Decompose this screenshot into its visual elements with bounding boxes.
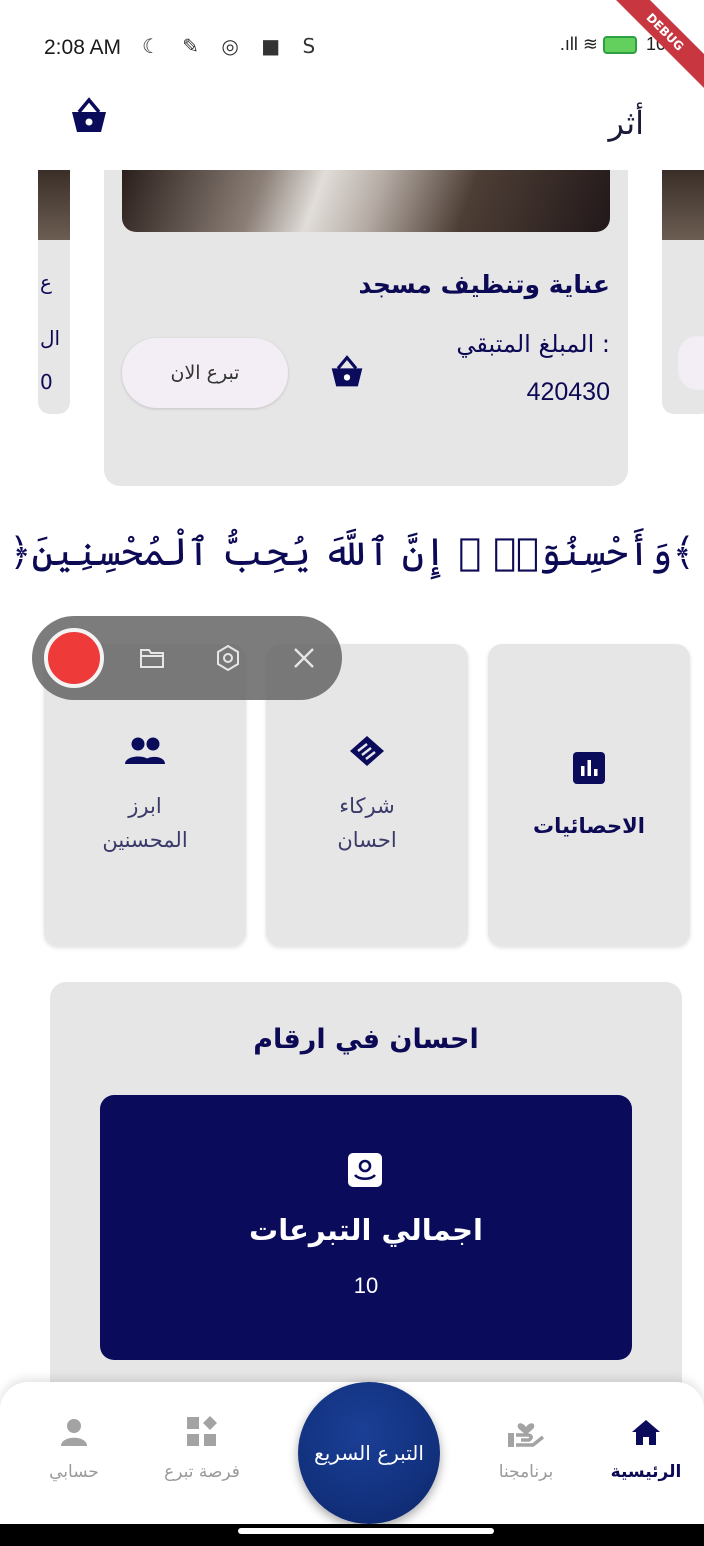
nav-label: الرئيسية: [610, 1462, 682, 1482]
signal-wifi-icon: .ıll ≋: [559, 34, 598, 54]
stats-section: احسان في ارقام اجمالي التبرعات 10: [50, 982, 682, 1402]
card-fragment: ال: [40, 326, 61, 350]
bottom-navigation: حسابي فرصة تبرع التبرع السريع برنامجنا ا…: [0, 1382, 704, 1524]
nav-our-programs[interactable]: برنامجنا: [466, 1412, 586, 1482]
system-gesture-bar: [0, 1524, 704, 1546]
screen-recorder-toolbar: [32, 616, 342, 700]
home-icon: [586, 1412, 704, 1452]
projects-carousel[interactable]: ع ال 0 عناية وتنظيف مسجد المبلغ المتبقي …: [0, 170, 704, 500]
statistics-tile[interactable]: الاحصائيات: [488, 644, 690, 946]
project-image: [38, 170, 70, 240]
record-button[interactable]: [44, 628, 104, 688]
nav-label: حسابي: [49, 1462, 99, 1482]
project-title: عناية وتنظيف مسجد: [358, 270, 610, 299]
status-bar: 2:08 AM ☾ ✎ ◎ ■ S .ıll ≋ 100 DEBUG: [0, 0, 704, 94]
nav-home[interactable]: الرئيسية: [586, 1412, 704, 1482]
nav-donation-opportunity[interactable]: فرصة تبرع: [142, 1412, 262, 1482]
bar-chart-icon: [488, 752, 690, 784]
cart-basket-icon[interactable]: [66, 96, 112, 136]
tile-label: احسان: [337, 828, 397, 852]
person-icon: [14, 1412, 134, 1452]
app-bar: أثر: [0, 90, 704, 170]
app-logo: أثر: [608, 104, 644, 142]
hand-heart-icon: [466, 1412, 586, 1452]
card-fragment: ع: [40, 270, 52, 294]
nav-label: فرصة تبرع: [164, 1462, 240, 1482]
status-notification-icons: ☾ ✎ ◎ ■ S: [142, 34, 324, 58]
project-image: [122, 170, 610, 232]
project-image: [662, 170, 704, 240]
status-time: 2:08 AM: [44, 36, 122, 59]
stats-title: احسان في ارقام: [253, 1024, 479, 1055]
add-to-basket-icon[interactable]: [326, 354, 368, 390]
total-donations-card: اجمالي التبرعات 10: [100, 1095, 632, 1360]
quick-donate-button[interactable]: التبرع السريع: [298, 1382, 440, 1524]
handshake-icon: [266, 734, 468, 768]
remaining-amount-value: 420430: [526, 378, 610, 406]
project-card-previous[interactable]: ع ال 0: [38, 170, 70, 414]
dashboard-icon: [142, 1412, 262, 1452]
settings-icon[interactable]: [214, 644, 242, 672]
battery-icon: [602, 36, 637, 55]
close-icon[interactable]: [290, 644, 318, 672]
total-donations-value: 10: [353, 1273, 379, 1298]
nav-my-account[interactable]: حسابي: [14, 1412, 134, 1482]
donate-now-button[interactable]: تبرع الان: [122, 338, 288, 408]
project-card-next[interactable]: [662, 170, 704, 414]
volunteer-icon: [348, 1153, 382, 1187]
total-donations-label: اجمالي التبرعات: [249, 1213, 483, 1247]
quran-verse: ﴿وَأَحْسِنُوٓا۟ ۛ إِنَّ ٱللَّهَ يُحِبُّ …: [9, 530, 695, 574]
tile-label: شركاء: [339, 794, 395, 818]
nav-label: برنامجنا: [498, 1462, 554, 1482]
tile-label: ابرز: [128, 794, 162, 818]
tile-label: الاحصائيات: [533, 814, 645, 838]
home-indicator[interactable]: [238, 1528, 494, 1534]
folder-icon[interactable]: [138, 644, 166, 672]
remaining-amount-label: المبلغ المتبقي :: [456, 330, 610, 358]
donate-now-button[interactable]: [678, 336, 704, 390]
card-fragment: 0: [40, 370, 53, 394]
group-icon: [44, 736, 246, 766]
project-card[interactable]: عناية وتنظيف مسجد المبلغ المتبقي : 42043…: [104, 170, 628, 486]
tile-label: المحسنين: [102, 828, 188, 852]
